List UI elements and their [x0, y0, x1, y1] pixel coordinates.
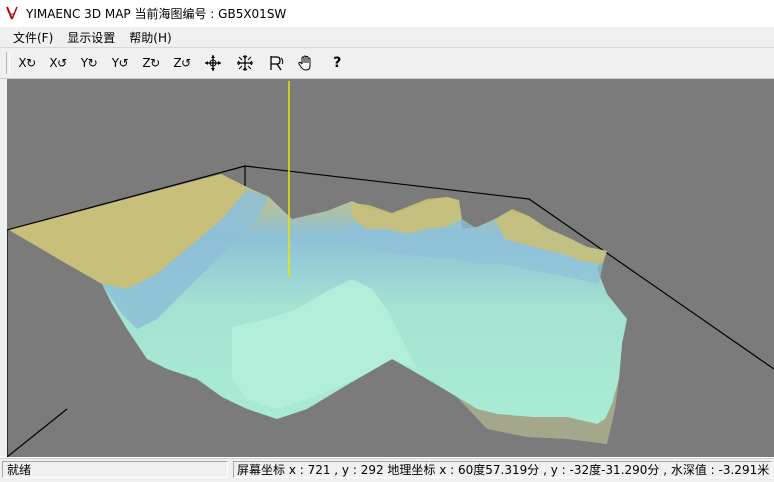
- toolbar-grip[interactable]: [6, 52, 10, 74]
- left-frame-edge: [0, 79, 7, 457]
- help-icon: ?: [333, 55, 341, 71]
- menu-bar: 文件(F) 显示设置 帮助(H): [0, 27, 774, 48]
- pan-hand-icon: [298, 55, 311, 71]
- help-button[interactable]: ?: [325, 52, 349, 74]
- app-logo-icon: [6, 6, 18, 20]
- move-button[interactable]: [201, 52, 225, 74]
- rotate-z-ccw-button[interactable]: Z↺: [170, 52, 194, 74]
- title-bar: YIMAENC 3D MAP 当前海图编号 : GB5X01SW: [0, 0, 774, 26]
- rotate-y-cw-button[interactable]: Y↻: [77, 52, 101, 74]
- move-icon: [205, 55, 221, 71]
- menu-help[interactable]: 帮助(H): [122, 29, 178, 46]
- pan-hand-button[interactable]: [294, 52, 318, 74]
- toolbar: X↻ X↺ Y↻ Y↺ Z↻ Z↺ ?: [0, 48, 774, 79]
- rotate-y-cw-label: Y↻: [80, 56, 98, 70]
- rotate-x-cw-label: X↻: [18, 56, 36, 70]
- rotate-y-ccw-label: Y↺: [111, 56, 129, 70]
- bounding-box-front: [7, 408, 68, 457]
- zoom-center-icon: [237, 55, 253, 71]
- terrain-scene: [7, 81, 774, 457]
- status-bar: 就绪 屏幕坐标 x : 721 , y : 292 地理坐标 x : 60度57…: [0, 458, 774, 482]
- menu-display-settings[interactable]: 显示设置: [60, 29, 122, 46]
- rotate-x-cw-button[interactable]: X↻: [15, 52, 39, 74]
- menu-file[interactable]: 文件(F): [0, 29, 60, 46]
- status-coordinates: 屏幕坐标 x : 721 , y : 292 地理坐标 x : 60度57.31…: [233, 461, 772, 478]
- zoom-center-button[interactable]: [233, 52, 257, 74]
- reset-view-button[interactable]: [264, 52, 288, 74]
- status-ready: 就绪: [2, 461, 228, 478]
- rotate-y-ccw-button[interactable]: Y↺: [108, 52, 132, 74]
- rotate-z-cw-button[interactable]: Z↻: [139, 52, 163, 74]
- rotate-z-ccw-label: Z↺: [173, 56, 191, 70]
- rotate-x-ccw-button[interactable]: X↺: [46, 52, 70, 74]
- 3d-map-viewport[interactable]: [7, 79, 774, 457]
- rotate-x-ccw-label: X↺: [49, 56, 67, 70]
- window-title: YIMAENC 3D MAP 当前海图编号 : GB5X01SW: [26, 6, 287, 21]
- reset-view-icon: [270, 56, 284, 71]
- rotate-z-cw-label: Z↻: [142, 56, 160, 70]
